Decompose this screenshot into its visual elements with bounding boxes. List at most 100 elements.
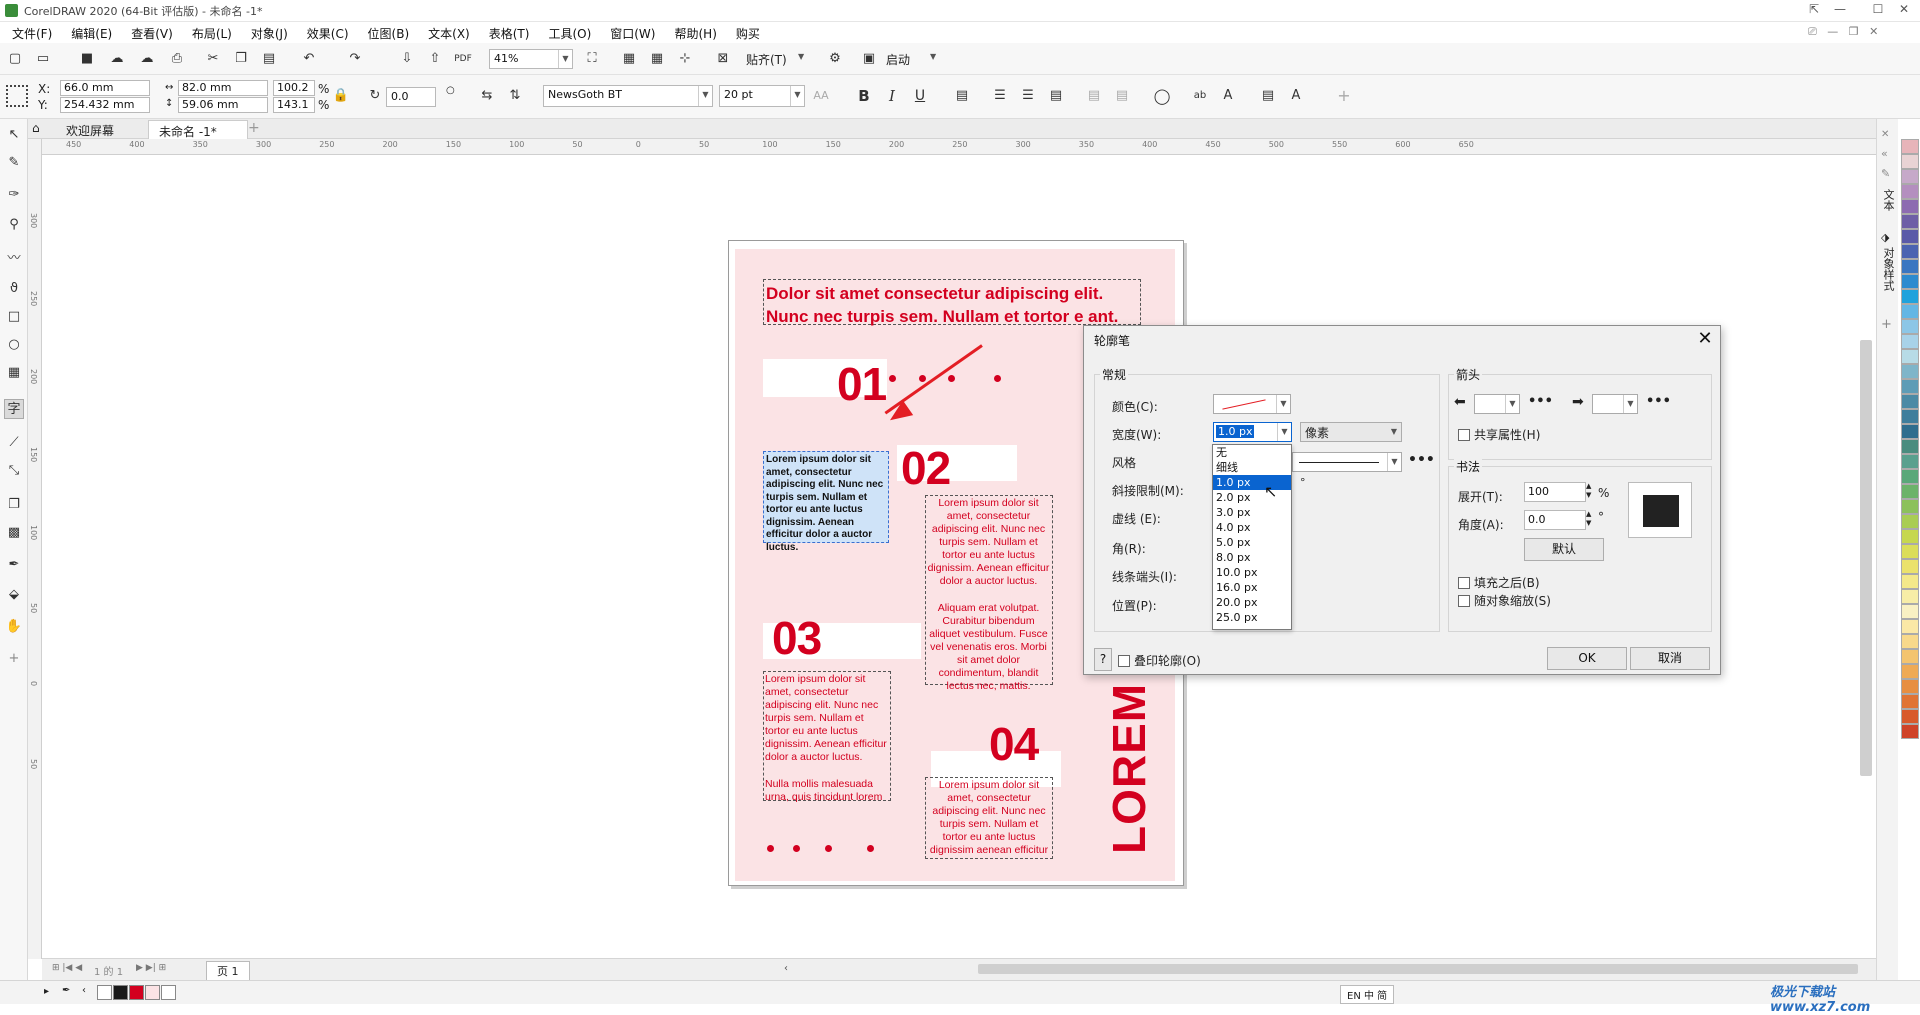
menu-item[interactable]: 购买 <box>726 22 769 43</box>
connector-tool-icon[interactable]: ⤡ <box>4 461 24 481</box>
spinner-icon[interactable]: ▲ ▼ <box>1586 510 1591 528</box>
full-screen-icon[interactable]: ⛶ <box>583 50 601 68</box>
text-column-03[interactable]: Lorem ipsum dolor sit amet, consectetur … <box>763 671 891 803</box>
palette-swatch[interactable] <box>1901 649 1919 664</box>
start-arrow-select[interactable]: ▼ <box>1474 394 1520 414</box>
pen-tool-icon[interactable]: ϑ <box>4 279 24 299</box>
palette-swatch[interactable] <box>1901 439 1919 454</box>
palette-swatch[interactable] <box>1901 304 1919 319</box>
palette-swatch[interactable] <box>1901 289 1919 304</box>
fill-behind-checkbox[interactable]: 填充之后(B) <box>1458 574 1540 591</box>
pink-swatch[interactable] <box>145 985 160 1000</box>
chevron-down-icon[interactable]: ▼ <box>790 86 804 106</box>
palette-swatch[interactable] <box>1901 634 1919 649</box>
copy-icon[interactable]: ❐ <box>232 50 250 68</box>
launch-menu[interactable]: 启动 <box>886 51 910 68</box>
rotate-icon[interactable]: ↻ <box>366 87 384 105</box>
tab-welcome[interactable]: 欢迎屏幕 <box>56 120 124 139</box>
font-family-field[interactable]: NewsGoth BT ▼ <box>543 85 713 107</box>
horizontal-ruler[interactable]: 450 400 350 300 250 200 150 100 50 0 50 100 150 200 25… <box>42 139 1876 155</box>
white-swatch[interactable] <box>161 985 176 1000</box>
menu-item[interactable]: 对象(J) <box>241 22 297 43</box>
chevron-down-icon[interactable]: ▼ <box>930 52 936 61</box>
save-icon[interactable]: ■ <box>78 50 96 68</box>
menu-item[interactable]: 文件(F) <box>2 22 61 43</box>
chevron-left-icon[interactable]: ‹ <box>82 985 86 996</box>
palette-swatch[interactable] <box>1901 709 1919 724</box>
docker-tab-text[interactable]: 文本 <box>1880 189 1896 211</box>
numbered-list-icon[interactable]: ☰ <box>1019 87 1037 105</box>
checkbox-icon[interactable] <box>1458 577 1470 589</box>
menu-item[interactable]: 窗口(W) <box>600 22 664 43</box>
menu-item[interactable]: 工具(O) <box>538 22 600 43</box>
text-column-04[interactable]: Lorem ipsum dolor sit amet, consectetur … <box>925 777 1053 859</box>
palette-swatch[interactable] <box>1901 409 1919 424</box>
clear-format-icon[interactable]: ▤ <box>953 87 971 105</box>
italic-icon[interactable]: I <box>883 87 901 105</box>
width-option[interactable]: 5.0 px <box>1213 535 1291 550</box>
close-icon[interactable]: ✕ <box>1694 328 1716 349</box>
palette-swatch[interactable] <box>1901 349 1919 364</box>
parallel-dimension-icon[interactable]: ⟋ <box>4 433 24 453</box>
palette-swatch[interactable] <box>1901 364 1919 379</box>
interactive-fill-icon[interactable]: ⬙ <box>4 585 24 605</box>
mirror-horizontal-icon[interactable]: ⇆ <box>478 87 496 105</box>
cloud-download-icon[interactable]: ☁ <box>138 50 156 68</box>
width-option[interactable]: 细线 <box>1213 460 1291 475</box>
palette-swatch[interactable] <box>1901 214 1919 229</box>
number-03[interactable]: 03 <box>772 611 822 665</box>
overprint-checkbox[interactable]: 叠印轮廓(O) <box>1118 652 1201 669</box>
menu-item[interactable]: 位图(B) <box>358 22 419 43</box>
chevron-down-icon[interactable]: ▼ <box>1387 423 1401 441</box>
width-dropdown-list[interactable]: 无细线 1.0 px 2.0 px 3.0 px 4.0 px 5.0 px 8.0 px 1… <box>1212 444 1292 630</box>
palette-swatch[interactable] <box>1901 724 1919 739</box>
open-folder-icon[interactable]: ▭ <box>34 50 52 68</box>
palette-swatch[interactable] <box>1901 604 1919 619</box>
default-button[interactable]: 默认 <box>1524 538 1604 561</box>
pdf-icon[interactable]: PDF <box>454 50 472 68</box>
smart-fill-icon[interactable]: ✋ <box>4 617 24 637</box>
add-tool-icon[interactable]: + <box>4 649 24 669</box>
polygon-tool-icon[interactable]: ▦ <box>4 363 24 383</box>
palette-swatch[interactable] <box>1901 619 1919 634</box>
palette-swatch[interactable] <box>1901 154 1919 169</box>
width-option[interactable]: 16.0 px <box>1213 580 1291 595</box>
color-picker[interactable]: ▼ <box>1213 394 1291 414</box>
width-option[interactable]: 4.0 px <box>1213 520 1291 535</box>
cut-icon[interactable]: ✂ <box>204 50 222 68</box>
palette-swatch[interactable] <box>1901 229 1919 244</box>
chevron-down-icon[interactable]: ▼ <box>1277 423 1291 441</box>
palette-swatch[interactable] <box>1901 139 1919 154</box>
palette-swatch[interactable] <box>1901 424 1919 439</box>
palette-swatch[interactable] <box>1901 589 1919 604</box>
x-position-field[interactable]: 66.0 mm <box>60 80 150 96</box>
palette-swatch[interactable] <box>1901 184 1919 199</box>
rotation-field[interactable]: 0.0 <box>386 87 436 107</box>
crop-tool-icon[interactable]: ✑ <box>4 185 24 205</box>
width-combobox[interactable]: 1.0 px ▼ <box>1213 422 1292 442</box>
width-field[interactable]: 82.0 mm <box>178 80 268 96</box>
width-option[interactable]: 2.0 px <box>1213 490 1291 505</box>
palette-swatch[interactable] <box>1901 574 1919 589</box>
close-button[interactable]: ✕ <box>1892 2 1916 20</box>
chevron-left-icon[interactable]: ‹ <box>784 963 788 974</box>
new-tab-icon[interactable]: + <box>248 120 260 136</box>
scale-with-object-checkbox[interactable]: 随对象缩放(S) <box>1458 592 1551 609</box>
scale-y-field[interactable]: 143.1 <box>273 97 315 113</box>
ellipse-tool-icon[interactable]: ○ <box>4 335 24 355</box>
page-tab-1[interactable]: 页 1 <box>206 961 250 981</box>
stretch-field[interactable]: 100 <box>1524 482 1586 502</box>
palette-swatch[interactable] <box>1901 319 1919 334</box>
palette-swatch[interactable] <box>1901 529 1919 544</box>
share-attributes-checkbox[interactable]: 共享属性(H) <box>1458 426 1540 443</box>
palette-swatch[interactable] <box>1901 259 1919 274</box>
checkbox-icon[interactable] <box>1458 429 1470 441</box>
menu-item[interactable]: 编辑(E) <box>61 22 121 43</box>
home-icon[interactable]: ⌂ <box>32 121 40 135</box>
rulers-icon[interactable]: ▦ <box>620 50 638 68</box>
number-01[interactable]: 01 <box>837 357 887 411</box>
eyedropper-icon[interactable]: ✒ <box>4 555 24 575</box>
heading-textbox[interactable]: Dolor sit amet consectetur adipiscing el… <box>763 279 1141 326</box>
palette-swatch[interactable] <box>1901 274 1919 289</box>
end-arrow-select[interactable]: ▼ <box>1592 394 1638 414</box>
